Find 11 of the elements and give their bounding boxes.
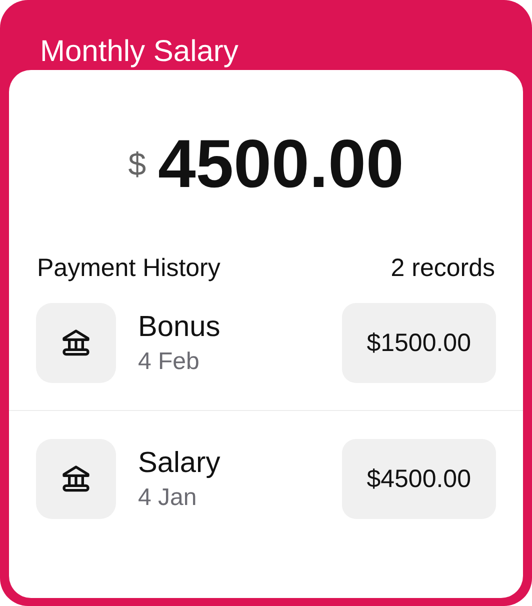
card-title: Monthly Salary [39,34,240,70]
section-title: Payment History [37,254,220,283]
record-count: 2 records [390,254,495,283]
currency-symbol: $ [128,146,146,182]
payment-date: 4 Jan [138,484,198,512]
payment-name: Salary [138,446,222,480]
salary-amount: 4500.00 [158,125,404,203]
payment-amount: $1500.00 [342,303,496,383]
payment-amount: $4500.00 [342,439,496,519]
payment-date: 4 Feb [138,348,200,376]
payment-name: Bonus [138,310,222,344]
